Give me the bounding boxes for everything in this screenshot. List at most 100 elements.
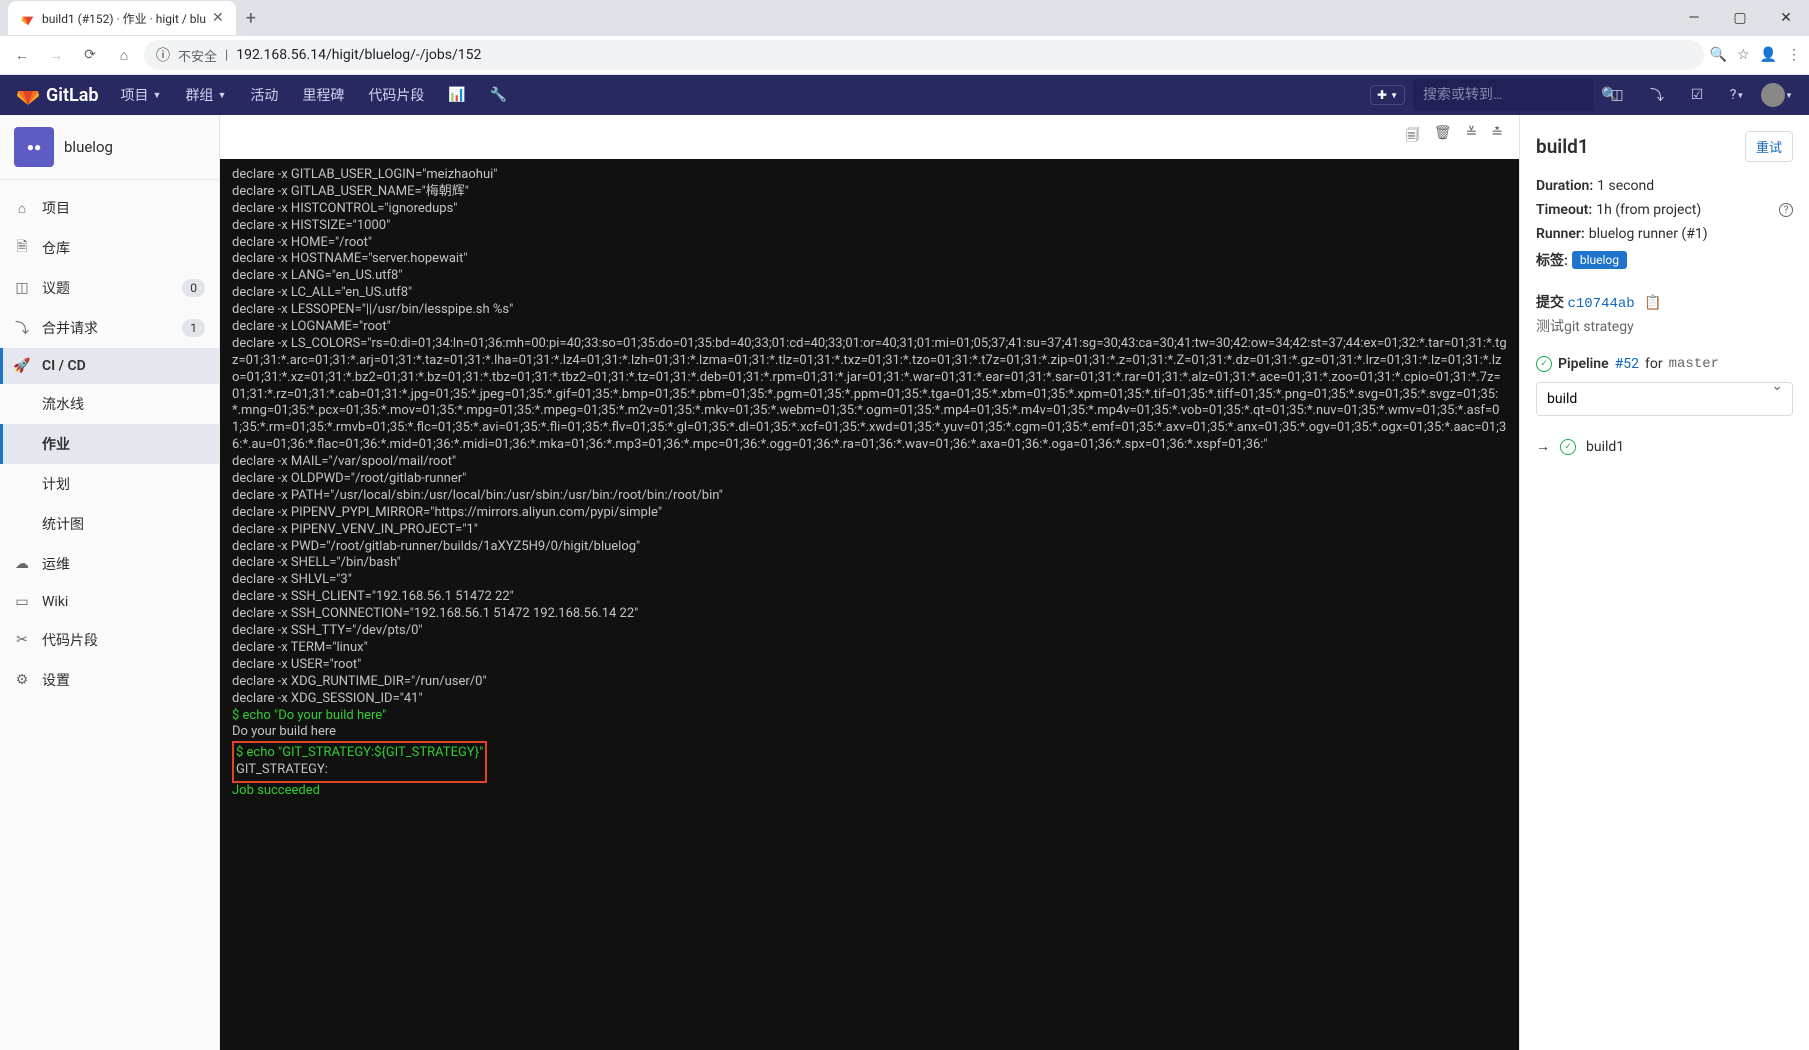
back-button[interactable]: ← <box>8 41 36 69</box>
duration-label: Duration: <box>1536 178 1593 194</box>
zoom-icon[interactable]: 🔍 <box>1710 47 1727 63</box>
commit-message: 测试git strategy <box>1536 316 1793 336</box>
sidebar-item-snippets[interactable]: ✂代码片段 <box>0 620 219 660</box>
pipeline-status-icon: ✓ <box>1536 356 1552 372</box>
browser-chrome: build1 (#152) · 作业 · higit / blu ✕ + — ▢… <box>0 0 1809 75</box>
gear-icon: ⚙ <box>14 672 30 688</box>
bookmark-icon[interactable]: ☆ <box>1737 47 1750 63</box>
job-log-panel: 🗐 🗑 ≚ ≛ declare -x GITLAB_USER_LOGIN="me… <box>220 115 1519 1050</box>
job-list-name: build1 <box>1586 439 1624 455</box>
page-url: 192.168.56.14/higit/bluelog/-/jobs/152 <box>236 47 481 63</box>
commit-label: 提交 <box>1536 295 1564 311</box>
nav-snippets[interactable]: 代码片段 <box>358 75 434 115</box>
branch-name: master <box>1669 356 1719 372</box>
nav-operations-icon[interactable]: 📊 <box>438 75 475 115</box>
job-title: build1 <box>1536 135 1589 158</box>
forward-button[interactable]: → <box>42 41 70 69</box>
browser-tab-title: build1 (#152) · 作业 · higit / blu <box>42 10 206 27</box>
copy-icon[interactable]: 📋 <box>1644 295 1661 311</box>
gitlab-nav: 项目▼ 群组▼ 活动 里程碑 代码片段 📊 🔧 <box>111 75 518 115</box>
scroll-down-icon[interactable]: ≚ <box>1466 125 1478 149</box>
gitlab-header: GitLab 项目▼ 群组▼ 活动 里程碑 代码片段 📊 🔧 ✚ ▼ 🔍 ◫ ⤵… <box>0 75 1809 115</box>
book-icon: ▭ <box>14 594 30 610</box>
project-sidebar: ●● bluelog ⌂项目 🗎仓库 ◫议题0 ⤵合并请求1 🚀CI / CD … <box>0 115 220 1050</box>
reload-button[interactable]: ⟳ <box>76 41 104 69</box>
job-toolbar: 🗐 🗑 ≚ ≛ <box>220 115 1519 159</box>
job-details-panel: build1 重试 Duration: 1 second Timeout: 1h… <box>1519 115 1809 1050</box>
erase-icon[interactable]: 🗑 <box>1434 125 1452 149</box>
sidebar-item-repo[interactable]: 🗎仓库 <box>0 228 219 268</box>
menu-icon[interactable]: ⋮ <box>1787 47 1801 63</box>
arrow-right-icon: → <box>1536 438 1550 455</box>
home-icon: ⌂ <box>14 200 30 216</box>
sidebar-sub-charts[interactable]: 统计图 <box>0 504 219 544</box>
pipeline-link[interactable]: #52 <box>1615 356 1639 372</box>
pipeline-label: Pipeline <box>1558 356 1609 372</box>
nav-milestones[interactable]: 里程碑 <box>292 75 354 115</box>
stage-select[interactable]: build <box>1536 382 1793 416</box>
window-controls: — ▢ ✕ <box>1671 0 1809 36</box>
project-name: bluelog <box>64 138 113 156</box>
browser-tab[interactable]: build1 (#152) · 作业 · higit / blu ✕ <box>8 1 236 35</box>
retry-button[interactable]: 重试 <box>1745 131 1793 162</box>
sidebar-sub-schedules[interactable]: 计划 <box>0 464 219 504</box>
new-tab-button[interactable]: + <box>236 8 266 29</box>
new-dropdown[interactable]: ✚ ▼ <box>1370 85 1405 105</box>
job-log[interactable]: declare -x GITLAB_USER_LOGIN="meizhaohui… <box>220 159 1519 1050</box>
project-header[interactable]: ●● bluelog <box>0 115 219 180</box>
sidebar-item-mr[interactable]: ⤵合并请求1 <box>0 308 219 348</box>
help-icon[interactable]: ? ▼ <box>1721 79 1753 111</box>
runner-label: Runner: <box>1536 226 1585 242</box>
tags-label: 标签: <box>1536 250 1568 270</box>
duration-value: 1 second <box>1597 178 1654 194</box>
info-icon: ⓘ <box>156 45 170 65</box>
sidebar-item-wiki[interactable]: ▭Wiki <box>0 584 219 620</box>
nav-groups[interactable]: 群组▼ <box>175 75 236 115</box>
address-input[interactable]: ⓘ 不安全 | 192.168.56.14/higit/bluelog/-/jo… <box>144 40 1704 70</box>
close-icon[interactable]: ✕ <box>212 10 224 26</box>
merge-requests-icon[interactable]: ⤵ <box>1641 79 1673 111</box>
maximize-button[interactable]: ▢ <box>1717 0 1763 36</box>
file-icon: 🗎 <box>14 240 30 256</box>
scroll-up-icon[interactable]: ≛ <box>1491 125 1503 149</box>
minimize-button[interactable]: — <box>1671 0 1717 36</box>
sidebar-item-project[interactable]: ⌂项目 <box>0 188 219 228</box>
issue-icon: ◫ <box>14 280 30 296</box>
job-status-icon: ✓ <box>1560 439 1576 455</box>
browser-address-bar: ← → ⟳ ⌂ ⓘ 不安全 | 192.168.56.14/higit/blue… <box>0 36 1809 74</box>
close-window-button[interactable]: ✕ <box>1763 0 1809 36</box>
insecure-label: 不安全 <box>178 46 217 65</box>
timeout-label: Timeout: <box>1536 202 1592 218</box>
nav-activity[interactable]: 活动 <box>240 75 288 115</box>
sidebar-item-issues[interactable]: ◫议题0 <box>0 268 219 308</box>
sidebar-item-settings[interactable]: ⚙设置 <box>0 660 219 700</box>
tag-badge: bluelog <box>1572 251 1627 269</box>
nav-admin-icon[interactable]: 🔧 <box>480 75 517 115</box>
sidebar-item-cicd[interactable]: 🚀CI / CD <box>0 348 219 384</box>
scroll-top-icon[interactable]: 🗐 <box>1406 125 1420 149</box>
commit-sha-link[interactable]: c10744ab <box>1567 296 1634 312</box>
profile-icon[interactable]: 👤 <box>1760 47 1777 63</box>
search-box[interactable]: 🔍 <box>1413 79 1593 111</box>
gitlab-logo[interactable]: GitLab <box>16 83 99 107</box>
issues-icon[interactable]: ◫ <box>1601 79 1633 111</box>
project-avatar: ●● <box>14 127 54 167</box>
gitlab-favicon <box>20 10 36 26</box>
scissors-icon: ✂ <box>14 632 30 648</box>
rocket-icon: 🚀 <box>14 358 30 374</box>
timeout-value: 1h (from project) <box>1596 202 1701 218</box>
browser-tab-bar: build1 (#152) · 作业 · higit / blu ✕ + — ▢… <box>0 0 1809 36</box>
runner-value: bluelog runner (#1) <box>1589 226 1708 242</box>
help-icon[interactable]: ? <box>1779 203 1793 217</box>
job-list-item[interactable]: → ✓ build1 <box>1536 438 1793 455</box>
cloud-icon: ☁ <box>14 556 30 572</box>
user-avatar[interactable]: ▼ <box>1761 79 1793 111</box>
sidebar-item-ops[interactable]: ☁运维 <box>0 544 219 584</box>
nav-projects[interactable]: 项目▼ <box>111 75 172 115</box>
search-input[interactable] <box>1423 87 1601 103</box>
home-button[interactable]: ⌂ <box>110 41 138 69</box>
todos-icon[interactable]: ☑ <box>1681 79 1713 111</box>
sidebar-sub-jobs[interactable]: 作业 <box>0 424 219 464</box>
merge-icon: ⤵ <box>14 320 30 336</box>
sidebar-sub-pipelines[interactable]: 流水线 <box>0 384 219 424</box>
